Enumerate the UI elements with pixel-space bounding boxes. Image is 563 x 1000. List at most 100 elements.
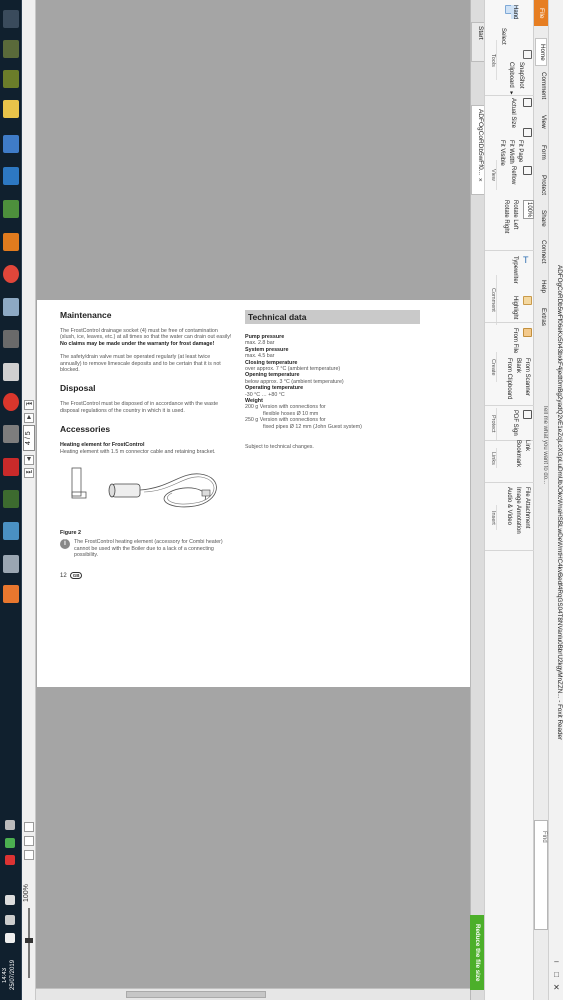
tab-home[interactable]: Home [535, 38, 547, 66]
comment-group-label: Comment [485, 275, 497, 325]
audio-video-button[interactable]: Audio & Video [505, 487, 512, 525]
typewriter-button[interactable]: Typewriter [511, 256, 518, 284]
hand-tool-label[interactable]: Hand [511, 5, 518, 20]
page-number-input[interactable]: 4 / 5 [23, 425, 35, 451]
tab-comment[interactable]: Comment [535, 72, 547, 99]
tab-share[interactable]: Share [535, 210, 547, 227]
facing-view-icon[interactable] [24, 850, 34, 860]
scrollbar-thumb[interactable] [126, 991, 266, 998]
image-annotation-button[interactable]: Image Annotation [514, 487, 521, 534]
next-page-button[interactable]: ▼ [24, 455, 34, 465]
app-icon-5[interactable] [3, 167, 19, 185]
reflow-icon[interactable] [523, 166, 532, 175]
bookmark-button[interactable]: Bookmark [514, 440, 521, 467]
single-page-view-icon[interactable] [24, 822, 34, 832]
select-tool-button[interactable]: Select [499, 28, 506, 45]
app-icon-9[interactable] [3, 330, 19, 348]
taskbar-clock[interactable]: 14:43 25/07/2019 [1, 952, 21, 998]
close-tab-icon[interactable]: × [477, 177, 484, 184]
tab-connect[interactable]: Connect [535, 240, 547, 263]
app-icon-7[interactable] [3, 233, 19, 251]
horizontal-scrollbar[interactable] [36, 988, 470, 1000]
app-icon-16[interactable] [3, 555, 19, 573]
zoom-slider[interactable] [28, 908, 30, 978]
from-file-icon[interactable] [523, 328, 532, 337]
heating-element-illustration [71, 467, 217, 508]
start-app-icon[interactable] [3, 10, 19, 28]
prev-page-button[interactable]: ▲ [24, 413, 34, 423]
app-icon-8[interactable] [3, 298, 19, 316]
last-page-button[interactable]: ⏭ [24, 468, 34, 478]
battery-icon[interactable] [5, 933, 15, 943]
zoom-select[interactable]: 100% [523, 200, 534, 220]
tab-help[interactable]: Help [535, 280, 547, 293]
typewriter-icon[interactable]: T [523, 256, 532, 265]
tray-icon[interactable] [5, 855, 15, 865]
zoom-slider-handle[interactable] [25, 938, 33, 943]
app-icon-13[interactable] [3, 458, 19, 476]
app-icon-6[interactable] [3, 200, 19, 218]
rotate-right-button[interactable]: Rotate Right [502, 200, 509, 233]
tab-document[interactable]: ADFOgCoRDb5wFf0... × [471, 105, 485, 195]
tab-protect[interactable]: Protect [535, 175, 547, 195]
app-icon-12[interactable] [3, 425, 19, 443]
maximize-button[interactable]: □ [550, 968, 563, 981]
fit-visible-button[interactable]: Fit Visible [498, 140, 505, 166]
tab-form[interactable]: Form [535, 145, 547, 160]
from-clipboard-button[interactable]: From Clipboard [505, 358, 512, 399]
pdf-sign-icon[interactable] [523, 410, 532, 419]
fit-page-icon[interactable] [523, 128, 532, 137]
screen: 14:43 25/07/2019 ⏮ ▲ 4 / 5 ▼ ⏭ 100% Main… [0, 0, 563, 1000]
tab-extras[interactable]: Extras [535, 308, 547, 326]
actual-size-button[interactable]: Actual Size [509, 98, 516, 128]
view-group-label: View [485, 160, 497, 190]
actual-size-icon[interactable] [523, 98, 532, 107]
reflow-button[interactable]: Reflow [509, 166, 516, 184]
app-icon-10[interactable] [3, 363, 19, 381]
app-icon-15[interactable] [3, 522, 19, 540]
info-note-text: The FrostControl heating element (access… [74, 539, 223, 559]
highlight-button[interactable]: Highlight [511, 296, 518, 319]
network-icon[interactable] [5, 915, 15, 925]
tray-icon[interactable] [5, 820, 15, 830]
continuous-view-icon[interactable] [24, 836, 34, 846]
tab-label: Start [477, 26, 484, 40]
rotate-left-button[interactable]: Rotate Left [511, 200, 518, 229]
app-icon-14[interactable] [3, 490, 19, 508]
tray-icon[interactable] [5, 838, 15, 848]
heating-element-description: Heating element with 1.5 m connector cab… [60, 448, 216, 455]
chrome-icon[interactable] [3, 265, 19, 283]
app-icon-3[interactable] [3, 100, 19, 118]
fit-page-button[interactable]: Fit Page [516, 140, 523, 162]
zoom-level[interactable]: 100% [23, 880, 35, 906]
volume-icon[interactable] [5, 895, 15, 905]
link-button[interactable]: Link [523, 440, 530, 451]
file-tab[interactable]: File [534, 0, 548, 26]
tell-me-input[interactable]: Tell me what you want to do... [534, 405, 548, 484]
from-file-button[interactable]: From File [511, 328, 518, 353]
find-input[interactable]: Find [534, 820, 548, 930]
pdf-sign-button[interactable]: PDF Sign [511, 410, 518, 436]
maintenance-paragraph-2: The safety/drain valve must be operated … [60, 354, 221, 374]
status-bar: ⏮ ▲ 4 / 5 ▼ ⏭ 100% [22, 0, 36, 1000]
snapshot-icon[interactable] [523, 50, 532, 59]
first-page-button[interactable]: ⏮ [24, 400, 34, 410]
spec-item: Weight 200 g Version with connections for [245, 398, 425, 411]
snapshot-button[interactable]: SnapShot [517, 62, 524, 88]
foxit-reader-taskbar-icon[interactable] [3, 585, 19, 603]
reduce-file-size-button[interactable]: Reduce the file size [470, 915, 484, 990]
app-icon-11[interactable] [3, 393, 19, 411]
app-icon-2[interactable] [3, 70, 19, 88]
tab-view[interactable]: View [535, 115, 547, 129]
close-button[interactable]: ✕ [550, 981, 563, 994]
clipboard-button[interactable]: Clipboard ▾ [507, 62, 514, 96]
fit-width-button[interactable]: Fit Width [507, 140, 514, 164]
app-icon-1[interactable] [3, 40, 19, 58]
highlight-icon[interactable] [523, 296, 532, 305]
file-attachment-button[interactable]: File Attachment [523, 487, 530, 528]
from-scanner-button[interactable]: From Scanner [523, 358, 530, 396]
app-icon-4[interactable] [3, 135, 19, 153]
blank-button[interactable]: Blank [514, 358, 521, 373]
tab-start[interactable]: Start [471, 22, 485, 62]
minimize-button[interactable]: – [550, 955, 563, 968]
